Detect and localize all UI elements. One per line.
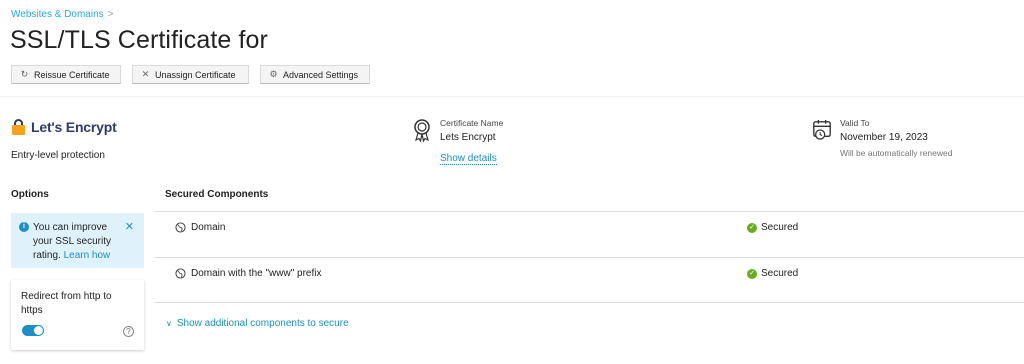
redirect-card: Redirect from http to https ? — [11, 280, 144, 350]
certificate-name-label: Certificate Name — [440, 118, 504, 128]
show-additional-components-label: Show additional components to secure — [176, 318, 349, 329]
certificate-badge-icon — [414, 119, 430, 142]
check-icon: ✓ — [747, 268, 757, 279]
show-additional-components-link[interactable]: ∨ Show additional components to secure — [166, 318, 349, 329]
reissue-certificate-label: Reissue Certificate — [34, 69, 110, 80]
advanced-settings-button[interactable]: ⚙ Advanced Settings — [260, 65, 370, 84]
component-name-text: Domain — [191, 222, 226, 233]
show-details-link[interactable]: Show details — [440, 153, 497, 165]
unassign-certificate-button[interactable]: ✕ Unassign Certificate — [132, 65, 249, 84]
status-text: Secured — [761, 268, 799, 279]
globe-icon — [175, 222, 186, 233]
close-icon[interactable]: ✕ — [125, 220, 134, 233]
learn-how-link[interactable]: Learn how — [64, 250, 111, 261]
ssl-rating-text: You can improve your SSL security rating… — [33, 221, 129, 263]
gear-icon: ⚙ — [269, 69, 278, 79]
reissue-certificate-button[interactable]: ↻ Reissue Certificate — [11, 65, 121, 84]
provider-subtitle: Entry-level protection — [11, 150, 105, 161]
component-name: Domain with the "www" prefix — [175, 268, 321, 279]
component-name-text: Domain with the "www" prefix — [191, 268, 322, 279]
secured-components-table: Domain ✓ Secured Domain with the "www" p… — [155, 211, 1024, 303]
globe-icon — [175, 268, 186, 279]
secured-components-heading: Secured Components — [165, 189, 269, 200]
options-heading: Options — [11, 189, 49, 200]
component-name: Domain — [175, 222, 225, 233]
table-row: Domain with the "www" prefix ✓ Secured — [155, 257, 1024, 303]
status-badge: ✓ Secured — [747, 222, 798, 233]
lets-encrypt-logo: Let's Encrypt — [11, 118, 117, 135]
chevron-down-icon: ∨ — [166, 319, 172, 328]
info-icon: i — [19, 222, 29, 232]
divider — [0, 96, 1024, 97]
page-title: SSL/TLS Certificate for — [10, 26, 268, 54]
advanced-settings-label: Advanced Settings — [283, 69, 359, 80]
redirect-label: Redirect from http to https — [21, 291, 112, 316]
help-icon[interactable]: ? — [123, 326, 134, 337]
unassign-certificate-label: Unassign Certificate — [155, 69, 236, 80]
ssl-rating-info-box: i You can improve your SSL security rati… — [11, 213, 144, 268]
status-badge: ✓ Secured — [747, 268, 798, 279]
check-icon: ✓ — [747, 222, 757, 233]
status-text: Secured — [761, 222, 799, 233]
table-row: Domain ✓ Secured — [155, 211, 1024, 257]
refresh-icon: ↻ — [20, 69, 29, 79]
title-row: SSL/TLS Certificate for — [10, 26, 434, 55]
valid-to-info: Valid To November 19, 2023 Will be autom… — [812, 118, 952, 158]
certificate-info: Certificate Name Lets Encrypt Show detai… — [412, 118, 503, 166]
valid-to-label: Valid To — [840, 118, 870, 128]
certificate-name-value: Lets Encrypt — [440, 132, 496, 143]
auto-renew-note: Will be automatically renewed — [840, 148, 953, 158]
lock-icon — [11, 118, 26, 135]
close-icon: ✕ — [141, 69, 150, 79]
chevron-right-icon: > — [107, 9, 114, 20]
toolbar: ↻ Reissue Certificate ✕ Unassign Certifi… — [11, 65, 370, 84]
breadcrumb: Websites & Domains > — [11, 9, 113, 20]
valid-to-value: November 19, 2023 — [840, 132, 928, 143]
redacted-domain — [275, 29, 434, 52]
redirect-toggle[interactable] — [22, 325, 44, 336]
provider-name: Let's Encrypt — [31, 118, 117, 135]
breadcrumb-websites-domains[interactable]: Websites & Domains — [11, 9, 104, 20]
calendar-clock-icon — [813, 120, 831, 140]
